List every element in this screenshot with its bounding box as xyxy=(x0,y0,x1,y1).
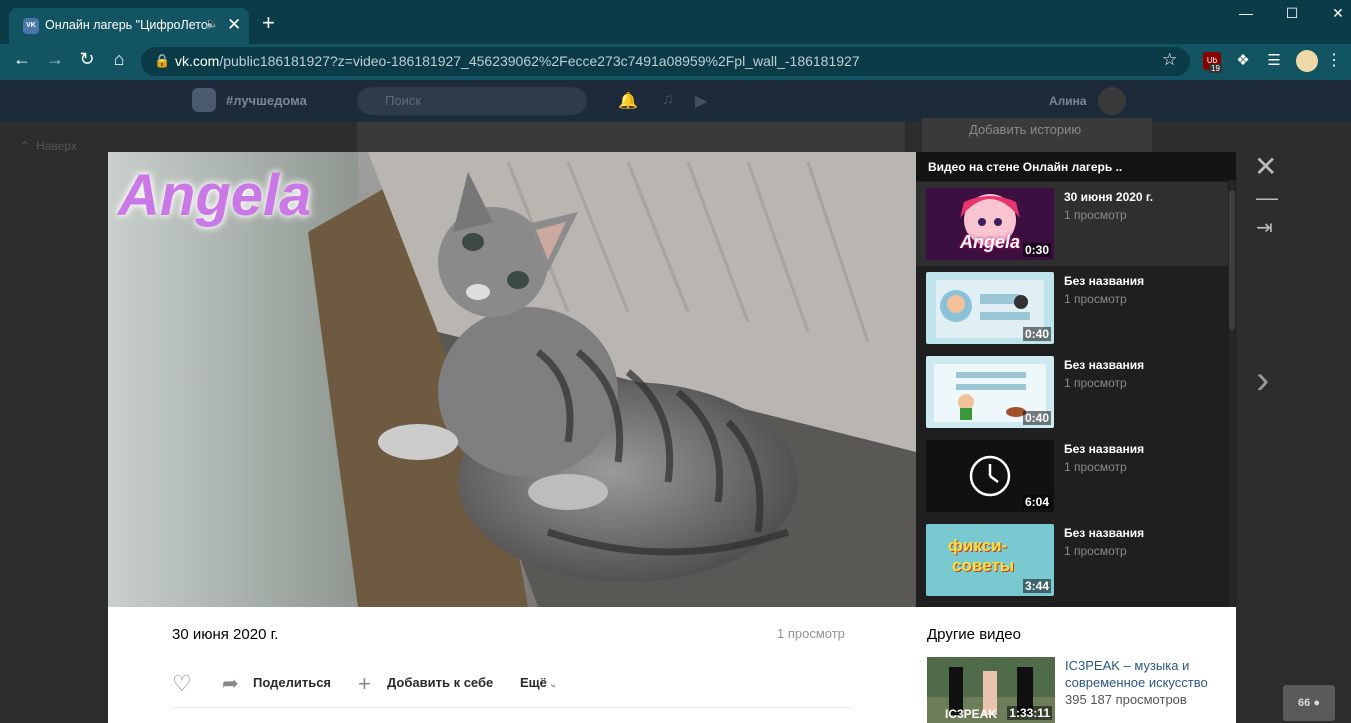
collapse-panel-icon[interactable]: ⇥ xyxy=(1256,215,1273,240)
other-video-views: 395 187 просмотров xyxy=(1065,692,1187,707)
vk-feed-column xyxy=(357,122,905,152)
playlist-item-title[interactable]: 30 июня 2020 г. xyxy=(1064,190,1153,204)
tab-title: Онлайн лагерь "ЦифроЛето" xyxy=(45,18,207,32)
duration-badge: 6:04 xyxy=(1022,495,1051,509)
vk-user-name[interactable]: Алина xyxy=(1049,94,1087,108)
playlist-heading: Видео на стене Онлайн лагерь .. xyxy=(916,152,1236,181)
playlist-item[interactable]: Angela 0:30 30 июня 2020 г. 1 просмотр xyxy=(916,182,1228,266)
video-icon[interactable]: ▶ xyxy=(695,91,707,111)
bookmark-star-icon[interactable]: ☆ xyxy=(1162,50,1177,70)
video-views: 1 просмотр xyxy=(777,626,845,641)
playlist-item-views: 1 просмотр xyxy=(1064,460,1127,474)
back-to-top[interactable]: ⌃ Наверх xyxy=(20,139,77,153)
thumbnail-text: Angela xyxy=(960,232,1021,252)
duration-badge: 3:44 xyxy=(1022,579,1051,593)
divider xyxy=(172,707,852,708)
like-heart-icon[interactable]: ♡ xyxy=(172,671,192,697)
profile-avatar[interactable] xyxy=(1296,50,1318,72)
video-date: 30 июня 2020 г. xyxy=(172,626,279,643)
thumbnail-text: советы xyxy=(952,556,1015,575)
new-tab-button[interactable]: + xyxy=(262,12,275,34)
next-video-chevron-icon[interactable]: › xyxy=(1256,358,1269,403)
bell-icon[interactable]: 🔔 xyxy=(618,91,638,111)
browser-tab[interactable]: VK Онлайн лагерь "ЦифроЛето" 🔈 ✕ xyxy=(9,8,249,44)
duration-badge: 0:40 xyxy=(1022,327,1051,341)
playlist-panel: Видео на стене Онлайн лагерь .. Angela 0… xyxy=(916,152,1236,607)
media-queue-icon[interactable]: ☰ xyxy=(1263,50,1285,72)
add-to-my-videos-button[interactable]: Добавить к себе xyxy=(387,675,493,690)
minimize-window-icon[interactable]: — xyxy=(1223,5,1269,21)
playlist-item[interactable]: 6:04 Без названия 1 просмотр xyxy=(916,434,1228,518)
playlist-item[interactable]: 0:40 Без названия 1 просмотр xyxy=(916,266,1228,350)
maximize-window-icon[interactable]: ☐ xyxy=(1269,5,1315,22)
music-icon[interactable]: ♫ xyxy=(662,91,674,109)
vk-favicon-icon: VK xyxy=(23,18,39,34)
video-thumbnail: фикси- советы 3:44 xyxy=(926,524,1054,596)
playlist-item-views: 1 просмотр xyxy=(1064,376,1127,390)
video-thumbnail: 6:04 xyxy=(926,440,1054,512)
plus-icon[interactable]: + xyxy=(358,671,371,697)
other-videos-heading: Другие видео xyxy=(927,626,1021,643)
vk-logo[interactable] xyxy=(192,88,216,112)
vk-hashtag[interactable]: #лучшедома xyxy=(226,93,307,108)
share-button[interactable]: Поделиться xyxy=(253,675,331,690)
playlist-item-title[interactable]: Без названия xyxy=(1064,442,1144,456)
playlist-item-views: 1 просмотр xyxy=(1064,544,1127,558)
other-video-title[interactable]: IC3PEAK – музыка и современное искусство xyxy=(1065,657,1225,691)
browser-menu-icon[interactable]: ⋮ xyxy=(1326,50,1342,70)
back-arrow-icon[interactable]: ← xyxy=(9,49,35,70)
thumbnail-text: IC3PEAK xyxy=(945,707,998,721)
close-window-icon[interactable]: ✕ xyxy=(1315,5,1351,22)
playlist-item[interactable]: фикси- советы 3:44 Без названия 1 просмо… xyxy=(916,518,1228,602)
more-button[interactable]: Ещё ⌄ xyxy=(520,675,557,690)
extensions-puzzle-icon[interactable]: ❖ xyxy=(1232,50,1254,72)
share-arrow-icon[interactable]: ➦ xyxy=(222,671,239,696)
url-text[interactable]: vk.com/public186181927?z=video-186181927… xyxy=(175,53,860,69)
forward-arrow-icon[interactable]: → xyxy=(42,49,68,70)
other-video-thumbnail[interactable]: IC3PEAK 1:33:11 xyxy=(927,657,1055,723)
video-overlay-text: Angela xyxy=(118,163,312,228)
duration-badge: 0:30 xyxy=(1022,243,1051,257)
speaker-icon[interactable]: 🔈 xyxy=(205,17,219,30)
tab-close-icon[interactable]: ✕ xyxy=(227,15,241,35)
duration-badge: 1:33:11 xyxy=(1007,706,1052,720)
lock-icon[interactable]: 🔒 xyxy=(154,53,170,69)
chevron-down-icon: ⌄ xyxy=(548,679,558,690)
vk-search-input[interactable]: Поиск xyxy=(357,87,587,115)
close-icon[interactable]: ✕ xyxy=(1254,150,1277,183)
video-thumbnail: 0:40 xyxy=(926,356,1054,428)
playlist-item-title[interactable]: Без названия xyxy=(1064,526,1144,540)
playlist-item-title[interactable]: Без названия xyxy=(1064,274,1144,288)
user-icon: ● xyxy=(1313,697,1320,709)
video-player[interactable]: Angela xyxy=(108,152,916,607)
minimize-icon[interactable]: — xyxy=(1256,185,1278,211)
reload-icon[interactable]: ↻ xyxy=(74,49,100,70)
thumbnail-text: фикси- xyxy=(948,536,1008,555)
home-icon[interactable]: ⌂ xyxy=(106,49,132,70)
playlist-item-views: 1 просмотр xyxy=(1064,208,1127,222)
playlist-item[interactable]: 0:40 Без названия 1 просмотр xyxy=(916,350,1228,434)
video-thumbnail: 0:40 xyxy=(926,272,1054,344)
add-story-button[interactable]: Добавить историю xyxy=(922,118,1152,152)
playlist-item-title[interactable]: Без названия xyxy=(1064,358,1144,372)
ublock-badge: 19 xyxy=(1209,64,1222,73)
online-count-chip[interactable]: 66 ● xyxy=(1283,685,1335,721)
video-thumbnail: Angela 0:30 xyxy=(926,188,1054,260)
duration-badge: 0:40 xyxy=(1022,411,1051,425)
vk-user-avatar[interactable] xyxy=(1098,87,1126,115)
video-info-panel xyxy=(108,607,916,723)
playlist-scrollbar[interactable] xyxy=(1229,180,1235,607)
playlist-item-views: 1 просмотр xyxy=(1064,292,1127,306)
